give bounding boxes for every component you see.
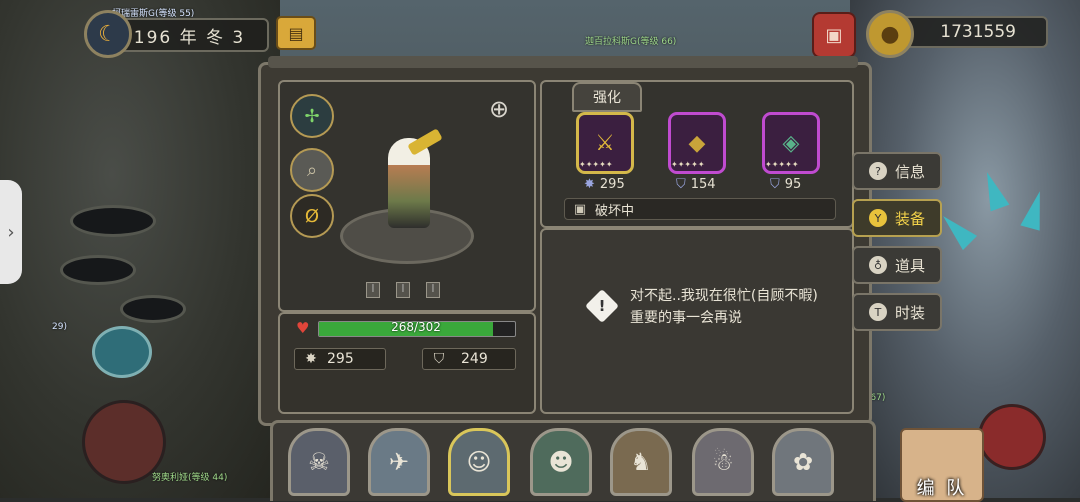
tab-costume[interactable]: T 时装 xyxy=(852,293,942,331)
defense-icon: ⛉ xyxy=(433,351,445,367)
hero-portrait-bear[interactable]: ✿ xyxy=(772,428,834,496)
defense-icon: ⛉ xyxy=(770,177,780,192)
hero-portrait-elephant[interactable]: ☃ xyxy=(692,428,754,496)
slot-value-text: 295 xyxy=(599,177,625,192)
attack-icon: ✸ xyxy=(584,177,595,192)
equipment-status-bar: ▣ 破坏中 xyxy=(564,198,836,220)
map-tower-building[interactable] xyxy=(92,326,152,378)
map-npc-tag: 迦百拉科斯G(等级 66) xyxy=(585,37,677,47)
add-pet-rabbit-icon[interactable]: ⊕ xyxy=(482,92,516,126)
weapon-item-icon: ⚔ xyxy=(595,130,615,156)
busy-message: 对不起..我现在很忙(自顾不暇)重要的事一会再说 xyxy=(630,288,818,326)
date-text: 196 年 冬 3 xyxy=(133,27,246,48)
slot-stars: ✦✦✦✦✦ xyxy=(579,160,613,169)
team-label: 编 队 xyxy=(916,478,968,499)
map-level-tag: 29) xyxy=(52,322,67,332)
coin-icon: ● xyxy=(866,10,914,58)
enhance-button[interactable]: 强化 xyxy=(572,82,642,112)
enhance-label: 强化 xyxy=(593,90,621,106)
armor-item-icon: ◆ xyxy=(688,130,706,156)
ground-hole xyxy=(60,255,136,285)
polar-bear-hero-icon: ✿ xyxy=(792,448,814,476)
backpack-icon: ▣ xyxy=(825,24,843,46)
giraffe-hero-icon: ♞ xyxy=(630,448,652,476)
coin-amount: 1731559 xyxy=(940,22,1016,42)
window-top-rail xyxy=(268,56,858,68)
backpack-button[interactable]: ▣ xyxy=(812,12,856,58)
ground-hole xyxy=(120,295,186,323)
side-expand-tab[interactable]: › xyxy=(0,180,22,284)
map-icon: ▤ xyxy=(288,23,304,43)
slot-stars: ✦✦✦✦✦ xyxy=(765,160,799,169)
tab-items[interactable]: ♁ 道具 xyxy=(852,246,942,284)
ground-hole xyxy=(70,205,156,237)
date-display: 196 年 冬 3 xyxy=(110,18,269,52)
tab-label: 信息 xyxy=(894,162,925,181)
defense-icon: ⛉ xyxy=(676,177,686,192)
map-button[interactable]: ▤ xyxy=(276,16,316,50)
chevron-right-icon: › xyxy=(7,221,15,243)
hp-text: 268/302 xyxy=(391,320,441,334)
slot-value-text: 95 xyxy=(784,177,802,192)
season-moon-icon[interactable]: ☾ xyxy=(84,10,132,58)
equip-indicator-icon: | xyxy=(366,282,380,298)
defense-value: 249 xyxy=(461,351,488,367)
warning-mark: ! xyxy=(598,297,606,315)
slot-value: ⛉ 154 xyxy=(676,177,716,192)
slot-value-text: 154 xyxy=(690,177,716,192)
tab-info[interactable]: ? 信息 xyxy=(852,152,942,190)
hero-portrait-pirate[interactable]: ☠ xyxy=(288,428,350,496)
slot-value: ✸ 295 xyxy=(584,177,625,192)
crocodile-hero-icon: ☻ xyxy=(548,448,574,476)
pirate-hero-icon: ☠ xyxy=(308,448,330,476)
hero-portrait-selected[interactable]: ☺ xyxy=(448,428,510,496)
attack-icon: ✸ xyxy=(305,351,317,367)
attack-stat: ✸ 295 xyxy=(294,348,386,370)
eagle-hero-icon: ✈ xyxy=(388,448,410,476)
tab-equipment[interactable]: Y 装备 xyxy=(852,199,942,237)
skill-crossed-arrows-icon[interactable]: ✢ xyxy=(290,94,334,138)
coin-display: 1731559 xyxy=(900,16,1048,48)
heart-icon: ♥ xyxy=(296,319,310,337)
spyglass-icon[interactable]: ⌕ xyxy=(290,148,334,192)
equip-indicator-icon: | xyxy=(396,282,410,298)
map-npc-tag: 努奥利娅(等级 44) xyxy=(152,473,228,483)
tab-label: 时装 xyxy=(894,303,925,322)
hero-portrait-eagle[interactable]: ✈ xyxy=(368,428,430,496)
team-formation-button[interactable]: 编 队 xyxy=(900,428,984,502)
attack-value: 295 xyxy=(327,351,354,367)
equip-indicator-icon: | xyxy=(426,282,440,298)
tab-label: 装备 xyxy=(894,209,925,228)
tab-label: 道具 xyxy=(894,256,925,275)
info-icon: ? xyxy=(868,162,887,180)
equip-icon: Y xyxy=(868,209,887,227)
character-portrait[interactable] xyxy=(388,138,430,228)
hero-portrait-giraffe[interactable]: ♞ xyxy=(610,428,672,496)
slot-value: ⛉ 95 xyxy=(770,177,801,192)
rank-badge-icon[interactable]: Ø xyxy=(290,194,334,238)
elephant-hero-icon: ☃ xyxy=(712,448,734,476)
costume-icon: T xyxy=(868,303,887,321)
hero-portrait-croc[interactable]: ☻ xyxy=(530,428,592,496)
item-icon: ♁ xyxy=(868,256,887,274)
status-text: 破坏中 xyxy=(595,203,635,219)
defense-stat: ⛉ 249 xyxy=(422,348,516,370)
accessory-item-icon: ◈ xyxy=(782,130,800,156)
white-hair-hero-icon: ☺ xyxy=(466,448,492,476)
slot-stars: ✦✦✦✦✦ xyxy=(671,160,705,169)
status-icon: ▣ xyxy=(573,201,587,217)
map-flag-building[interactable] xyxy=(978,404,1046,470)
